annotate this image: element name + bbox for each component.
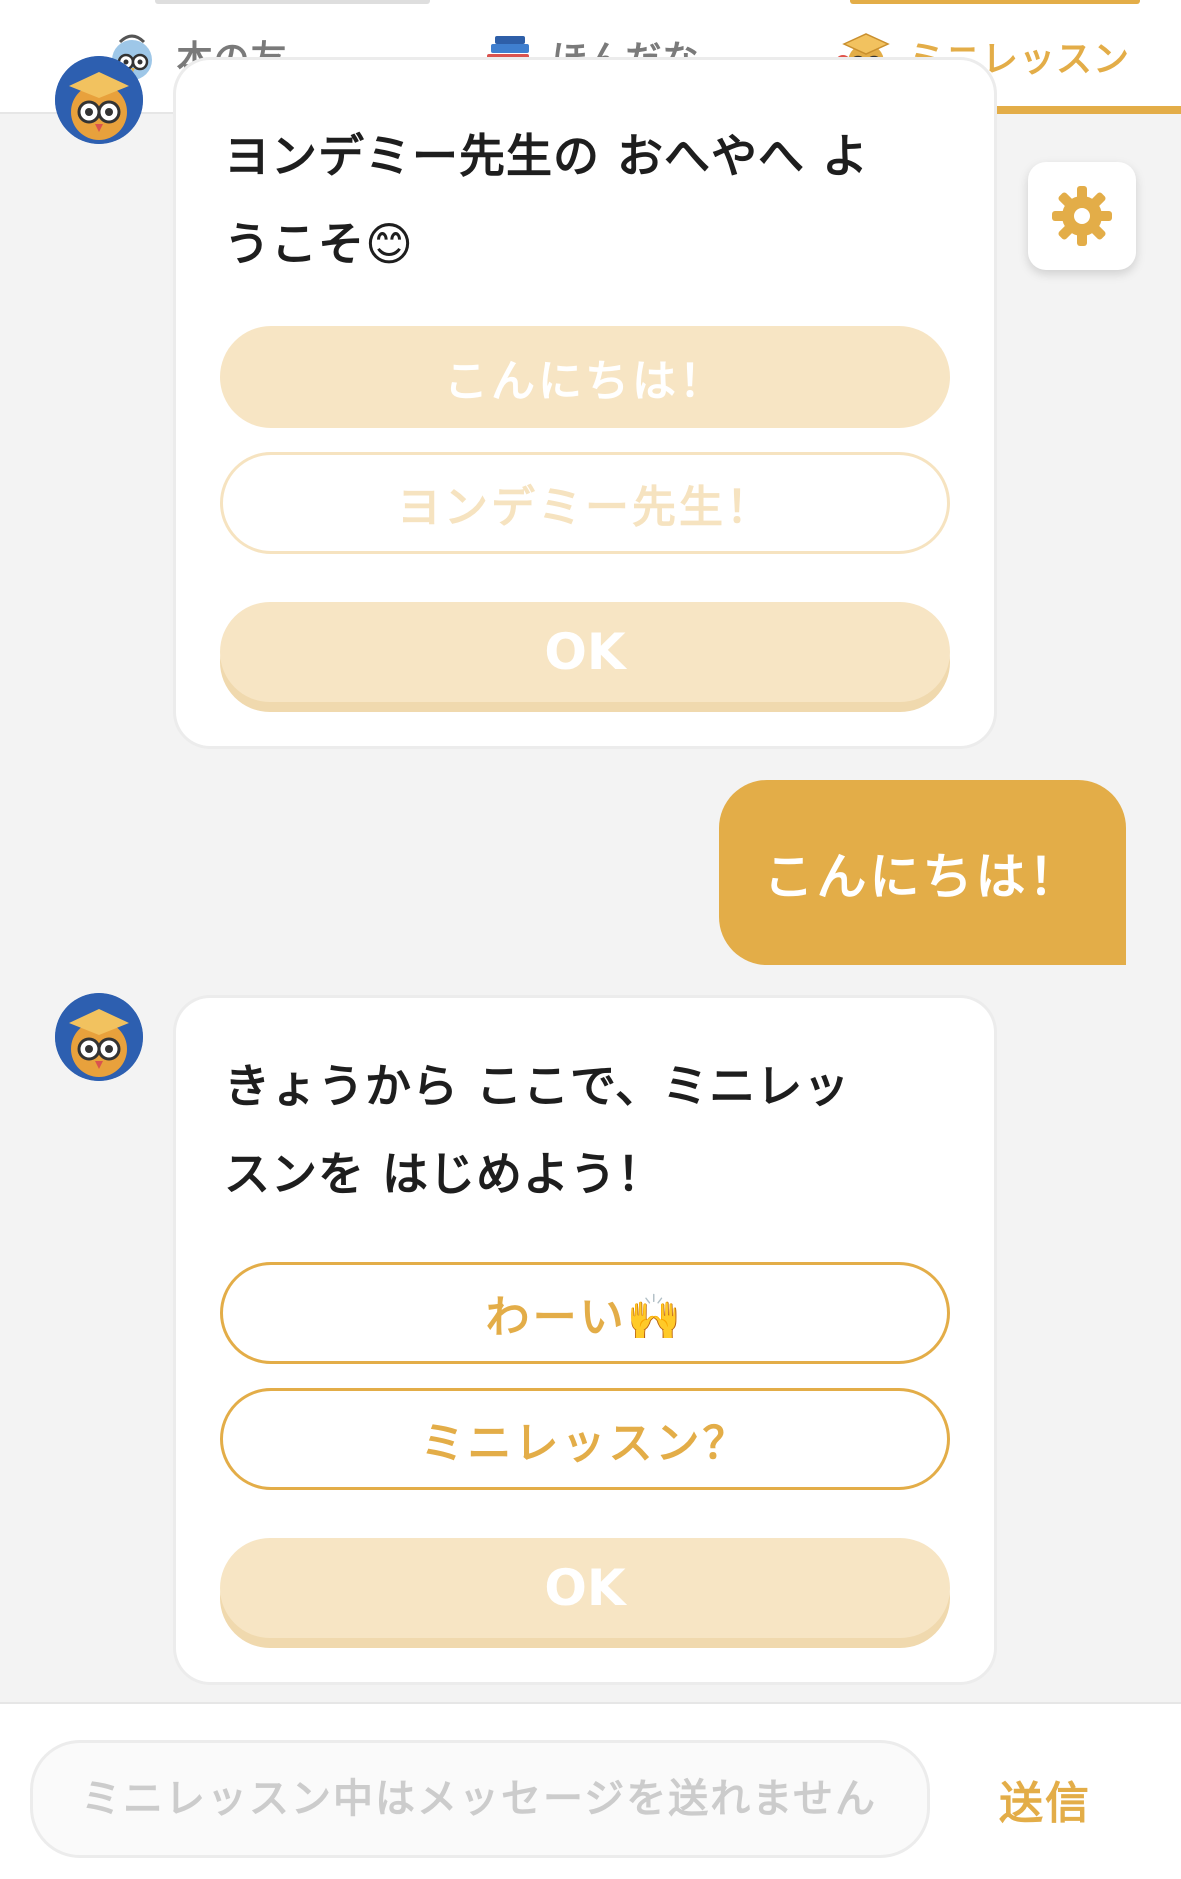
user-message-text: こんにちは！: [763, 847, 1082, 906]
ok-button[interactable]: OK: [220, 1538, 950, 1638]
message-line: きょうから ここで、ミニレッ: [224, 1042, 954, 1130]
message-line: うこそ😊: [224, 217, 414, 271]
settings-button[interactable]: [1028, 162, 1136, 270]
ok-label: OK: [544, 623, 626, 681]
text-bold: ミニレッ: [662, 1059, 851, 1113]
bot-message-text: きょうから ここで、ミニレッ スンを はじめよう！: [224, 1042, 954, 1218]
message-line: スンを はじめよう！: [224, 1130, 954, 1218]
option-label: こんにちは！: [444, 356, 726, 407]
teacher-avatar: [55, 56, 143, 144]
reply-option-button[interactable]: わーい🙌: [220, 1262, 950, 1364]
send-button[interactable]: 送信: [980, 1754, 1110, 1844]
option-label: ミニレッスン？: [420, 1418, 750, 1469]
reply-option-button[interactable]: こんにちは！: [220, 326, 950, 428]
ok-button[interactable]: OK: [220, 602, 950, 702]
text-bold: スン: [224, 1147, 318, 1201]
reply-option-button[interactable]: ヨンデミー先生！: [220, 452, 950, 554]
gear-icon: [1052, 186, 1112, 246]
bot-message-text: ヨンデミー先生の おへやへ よ うこそ😊: [224, 112, 954, 288]
message-input-bar: 送信: [0, 1702, 1181, 1879]
reply-option-button[interactable]: ミニレッスン？: [220, 1388, 950, 1490]
teacher-avatar: [55, 993, 143, 1081]
bot-message-bubble: きょうから ここで、ミニレッ スンを はじめよう！ わーい🙌 ミニレッスン？ O…: [176, 998, 994, 1682]
text-plain: きょうから ここで、: [224, 1059, 663, 1113]
message-input[interactable]: [30, 1740, 930, 1858]
ok-label: OK: [544, 1559, 626, 1617]
text-plain: を はじめよう！: [318, 1147, 665, 1201]
user-message-bubble: こんにちは！: [719, 780, 1126, 965]
bot-message-bubble: ヨンデミー先生の おへやへ よ うこそ😊 こんにちは！ ヨンデミー先生！ OK: [176, 60, 994, 746]
option-label: ヨンデミー先生！: [397, 482, 773, 533]
send-label: 送信: [999, 1778, 1091, 1829]
message-line: ヨンデミー先生の おへやへ よ: [224, 129, 870, 183]
option-label: わーい🙌: [485, 1292, 685, 1343]
